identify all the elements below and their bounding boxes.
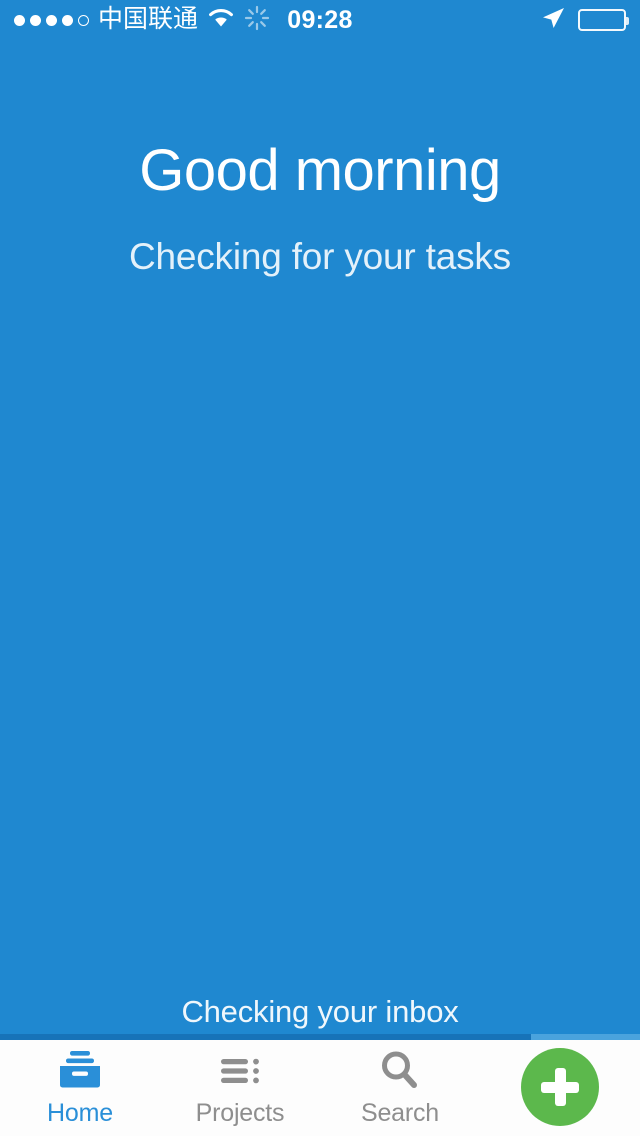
battery-icon bbox=[578, 9, 629, 31]
status-bar-clock: 09:28 bbox=[287, 5, 353, 34]
status-bar: 中国联通 09:28 bbox=[0, 0, 640, 40]
tab-projects-label: Projects bbox=[195, 1098, 285, 1127]
tab-home-label: Home bbox=[47, 1098, 113, 1127]
tab-search-label: Search bbox=[360, 1098, 439, 1127]
bottom-tab-bar: Home Projects Search bbox=[0, 1040, 640, 1136]
tab-search[interactable]: Search bbox=[320, 1040, 480, 1136]
magnifier-icon bbox=[376, 1049, 424, 1091]
tab-projects[interactable]: Projects bbox=[160, 1040, 320, 1136]
loading-status-text: Checking your inbox bbox=[181, 994, 459, 1029]
app-screen: 中国联通 09:28 Good morning Checking for you… bbox=[0, 0, 640, 1136]
greeting-block: Good morning Checking for your tasks bbox=[0, 138, 640, 279]
add-task-button[interactable] bbox=[521, 1048, 599, 1126]
greeting-subtitle: Checking for your tasks bbox=[128, 235, 511, 277]
add-task-slot bbox=[480, 1040, 640, 1136]
list-bullet-icon bbox=[215, 1049, 265, 1091]
inbox-tray-icon bbox=[55, 1049, 105, 1091]
greeting-title: Good morning bbox=[139, 138, 501, 203]
tab-home[interactable]: Home bbox=[0, 1040, 160, 1136]
